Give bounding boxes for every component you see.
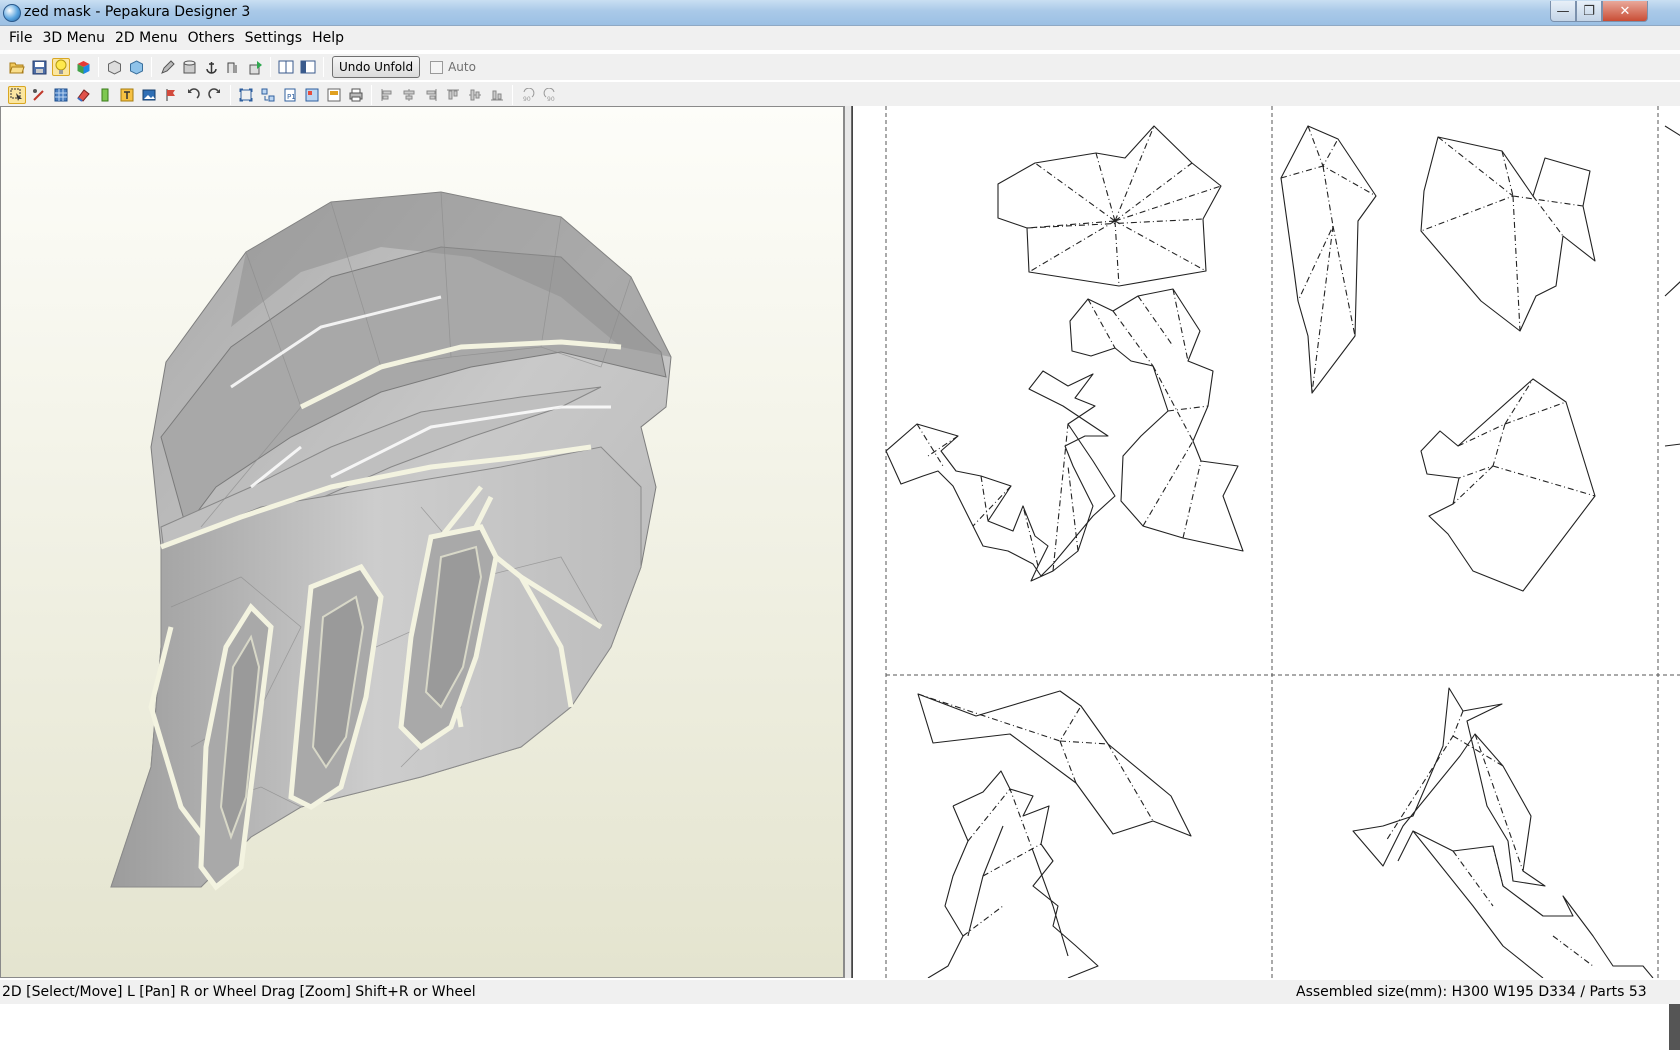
- pane-splitter[interactable]: [844, 106, 852, 978]
- app-icon[interactable]: [3, 4, 21, 22]
- text-icon[interactable]: [118, 86, 136, 104]
- align-top-icon[interactable]: [444, 86, 462, 104]
- box-icon[interactable]: [105, 58, 123, 76]
- color-cube-icon[interactable]: [74, 58, 92, 76]
- status-assembled-size: Assembled size(mm): H300 W195 D334 / Par…: [1296, 984, 1647, 1000]
- texture-box-icon[interactable]: [127, 58, 145, 76]
- toolbar-separator: [371, 85, 372, 105]
- unfolded-pattern: [885, 106, 1680, 978]
- menu-3d[interactable]: 3D Menu: [37, 27, 110, 49]
- paper-icon[interactable]: [325, 86, 343, 104]
- image-icon[interactable]: [140, 86, 158, 104]
- 3d-view[interactable]: [0, 106, 844, 978]
- save-icon[interactable]: [30, 58, 48, 76]
- green-arrow-icon[interactable]: [246, 58, 264, 76]
- rotate-left-icon[interactable]: [184, 86, 202, 104]
- align-left-icon[interactable]: [378, 86, 396, 104]
- align-right-icon[interactable]: [422, 86, 440, 104]
- page-icon[interactable]: P1: [281, 86, 299, 104]
- menu-help[interactable]: Help: [307, 27, 349, 49]
- align-bottom-icon[interactable]: [488, 86, 506, 104]
- svg-text:P1: P1: [287, 93, 296, 101]
- grid-icon[interactable]: [52, 86, 70, 104]
- auto-checkbox[interactable]: [430, 60, 444, 74]
- menu-settings[interactable]: Settings: [240, 27, 307, 49]
- menu-file[interactable]: File: [4, 27, 37, 49]
- toolbar-separator: [151, 57, 152, 77]
- lightbulb-icon[interactable]: [52, 58, 70, 76]
- cylinder-icon[interactable]: [180, 58, 198, 76]
- window-title: zed mask - Pepakura Designer 3: [24, 4, 251, 20]
- status-hint: 2D [Select/Move] L [Pan] R or Wheel Drag…: [2, 984, 476, 1000]
- eraser-icon[interactable]: [74, 86, 92, 104]
- menu-bar: File 3D Menu 2D Menu Others Settings Hel…: [0, 26, 1680, 50]
- maximize-button[interactable]: ❐: [1576, 1, 1602, 22]
- undo-unfold-button[interactable]: Undo Unfold: [332, 56, 421, 78]
- align-center-icon[interactable]: [400, 86, 418, 104]
- minimize-button[interactable]: —: [1550, 1, 1576, 22]
- 2d-view[interactable]: [852, 106, 1680, 978]
- title-bar: zed mask - Pepakura Designer 3 — ❐ ✕: [0, 0, 1680, 26]
- edge-icon[interactable]: [224, 58, 242, 76]
- arrange-icon[interactable]: [259, 86, 277, 104]
- auto-label: Auto: [448, 60, 476, 74]
- toolbar-separator: [230, 85, 231, 105]
- toolbar-separator: [512, 85, 513, 105]
- rotate-90ccw-icon[interactable]: 90: [541, 86, 559, 104]
- menu-2d[interactable]: 2D Menu: [110, 27, 183, 49]
- vertical-scrollbar[interactable]: [1669, 1004, 1680, 1050]
- status-bar: 2D [Select/Move] L [Pan] R or Wheel Drag…: [0, 980, 1680, 1004]
- menu-others[interactable]: Others: [183, 27, 240, 49]
- single-pane-icon[interactable]: [277, 58, 295, 76]
- main-toolbar: Undo Unfold Auto: [0, 54, 1680, 80]
- toolbar-separator: [270, 57, 271, 77]
- glue-tab-icon[interactable]: [96, 86, 114, 104]
- pencil-icon[interactable]: [158, 58, 176, 76]
- layout-icon[interactable]: [303, 86, 321, 104]
- edit-toolbar: P1 90 90: [0, 82, 1680, 108]
- rotate-90-icon[interactable]: 90: [519, 86, 537, 104]
- toolbar-separator: [323, 57, 324, 77]
- anchor-icon[interactable]: [202, 58, 220, 76]
- mask-3d-model: [110, 191, 672, 891]
- open-icon[interactable]: [8, 58, 26, 76]
- pen-tool-icon[interactable]: [30, 86, 48, 104]
- flag-icon[interactable]: [162, 86, 180, 104]
- toolbar-separator: [98, 57, 99, 77]
- align-middle-icon[interactable]: [466, 86, 484, 104]
- rotate-right-icon[interactable]: [206, 86, 224, 104]
- svg-text:90: 90: [547, 96, 555, 102]
- select-tool-icon[interactable]: [8, 86, 26, 104]
- split-pane-icon[interactable]: [299, 58, 317, 76]
- close-button[interactable]: ✕: [1602, 1, 1648, 22]
- auto-checkbox-wrap[interactable]: Auto: [430, 60, 476, 74]
- fit-icon[interactable]: [237, 86, 255, 104]
- print-icon[interactable]: [347, 86, 365, 104]
- svg-text:90: 90: [523, 96, 531, 102]
